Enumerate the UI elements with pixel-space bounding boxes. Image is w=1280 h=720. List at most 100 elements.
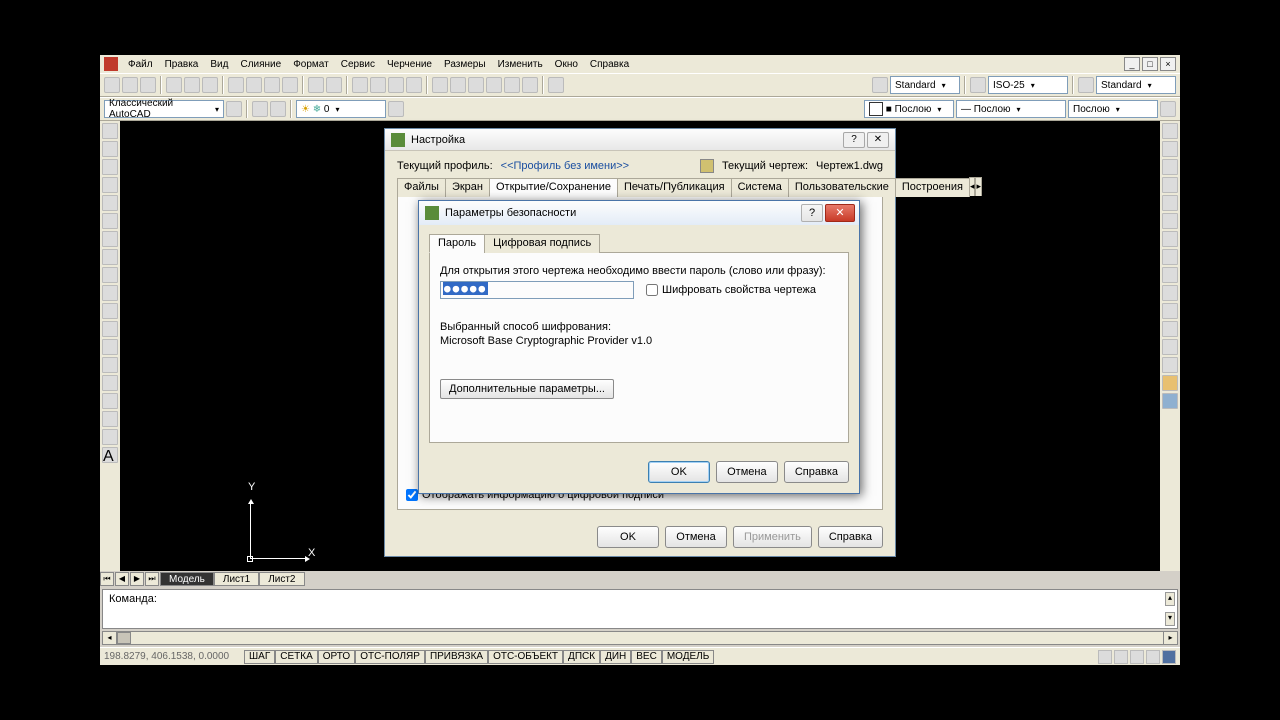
tab-plot[interactable]: Печать/Публикация <box>617 178 732 197</box>
scale-icon[interactable] <box>1162 249 1178 265</box>
hscrollbar[interactable]: ◂ ▸ <box>102 631 1178 645</box>
stretch-icon[interactable] <box>1162 267 1178 283</box>
tab-signature[interactable]: Цифровая подпись <box>484 234 600 253</box>
arc-icon[interactable] <box>102 213 118 229</box>
status-otrack[interactable]: ОТС-ОБЪЕКТ <box>488 650 563 664</box>
tab-opensave[interactable]: Открытие/Сохранение <box>489 178 618 197</box>
break-icon[interactable] <box>1162 321 1178 337</box>
extend-icon[interactable] <box>1162 303 1178 319</box>
zoom-win-icon[interactable] <box>388 77 404 93</box>
tab-next-button[interactable]: ▶ <box>130 572 144 586</box>
publish-icon[interactable] <box>202 77 218 93</box>
status-ortho[interactable]: ОРТО <box>318 650 355 664</box>
options-cancel-button[interactable]: Отмена <box>665 526 727 548</box>
tab-prev-button[interactable]: ◀ <box>115 572 129 586</box>
advanced-button[interactable]: Дополнительные параметры... <box>440 379 614 399</box>
dimstyle-icon[interactable] <box>970 77 986 93</box>
menu-edit[interactable]: Правка <box>159 59 205 70</box>
tab-display[interactable]: Экран <box>445 178 490 197</box>
command-line[interactable]: Команда: ▴ ▾ <box>102 589 1178 629</box>
mirror-icon[interactable] <box>1162 159 1178 175</box>
tab-model[interactable]: Модель <box>160 572 214 586</box>
ellarc-icon[interactable] <box>102 303 118 319</box>
status-polar[interactable]: ОТС-ПОЛЯР <box>355 650 425 664</box>
point-icon[interactable] <box>102 357 118 373</box>
tab-files[interactable]: Файлы <box>397 178 446 197</box>
open-icon[interactable] <box>122 77 138 93</box>
xline-icon[interactable] <box>102 141 118 157</box>
polygon-icon[interactable] <box>102 177 118 193</box>
offset-icon[interactable] <box>1162 177 1178 193</box>
layer-props-icon[interactable] <box>252 101 268 117</box>
status-ducs[interactable]: ДПСК <box>563 650 600 664</box>
calc-icon[interactable] <box>522 77 538 93</box>
match-icon[interactable] <box>282 77 298 93</box>
menu-window[interactable]: Окно <box>549 59 584 70</box>
menu-draw[interactable]: Черчение <box>381 59 438 70</box>
line-icon[interactable] <box>102 123 118 139</box>
array-icon[interactable] <box>1162 195 1178 211</box>
layer-dropdown[interactable]: ☀ ❄ 0▾ <box>296 100 386 118</box>
security-help-button[interactable]: ? <box>801 204 823 222</box>
tray-icon-1[interactable] <box>1098 650 1112 664</box>
status-dyn[interactable]: ДИН <box>600 650 631 664</box>
tab-last-button[interactable]: ⏭ <box>145 572 159 586</box>
menu-modify[interactable]: Изменить <box>492 59 549 70</box>
color-dropdown[interactable]: ■ Послою▾ <box>864 100 954 118</box>
cmd-scroll-down[interactable]: ▾ <box>1165 612 1175 626</box>
tablestyle-dropdown[interactable]: Standard▾ <box>1096 76 1176 94</box>
mtext-icon[interactable]: A <box>102 447 118 463</box>
security-close-button[interactable]: ✕ <box>825 204 855 222</box>
paste-icon[interactable] <box>264 77 280 93</box>
status-snap[interactable]: ШАГ <box>244 650 275 664</box>
hscroll-left[interactable]: ◂ <box>103 632 117 644</box>
block-icon[interactable] <box>102 339 118 355</box>
options-apply-button[interactable]: Применить <box>733 526 812 548</box>
rect-icon[interactable] <box>102 195 118 211</box>
move-icon[interactable] <box>1162 213 1178 229</box>
lineweight-dropdown[interactable]: Послою▾ <box>1068 100 1158 118</box>
ws-settings-icon[interactable] <box>226 101 242 117</box>
workspace-dropdown[interactable]: Классический AutoCAD▾ <box>104 100 224 118</box>
menu-service[interactable]: Сервис <box>335 59 381 70</box>
cut-icon[interactable] <box>228 77 244 93</box>
layer-prev-icon[interactable] <box>270 101 286 117</box>
security-ok-button[interactable]: OK <box>648 461 710 483</box>
save-icon[interactable] <box>140 77 156 93</box>
tray-icon-4[interactable] <box>1146 650 1160 664</box>
tab-draft[interactable]: Построения <box>895 178 970 197</box>
pline-icon[interactable] <box>102 159 118 175</box>
menu-dim[interactable]: Размеры <box>438 59 492 70</box>
dimstyle-dropdown[interactable]: ISO-25▾ <box>988 76 1068 94</box>
options-ok-button[interactable]: OK <box>597 526 659 548</box>
tab-sheet2[interactable]: Лист2 <box>259 572 304 586</box>
new-icon[interactable] <box>104 77 120 93</box>
preview-icon[interactable] <box>184 77 200 93</box>
options-titlebar[interactable]: Настройка ? ✕ <box>385 129 895 151</box>
options-help-button[interactable]: ? <box>843 132 865 148</box>
show-sig-info-checkbox[interactable] <box>406 489 418 501</box>
menu-merge[interactable]: Слияние <box>234 59 287 70</box>
status-osnap[interactable]: ПРИВЯЗКА <box>425 650 488 664</box>
textstyle-icon[interactable] <box>872 77 888 93</box>
tp-icon[interactable] <box>468 77 484 93</box>
textstyle-dropdown[interactable]: Standard▾ <box>890 76 960 94</box>
password-input[interactable]: ●●●●● <box>440 281 634 299</box>
rotate-icon[interactable] <box>1162 231 1178 247</box>
tab-first-button[interactable]: ⏮ <box>100 572 114 586</box>
ellipse-icon[interactable] <box>102 285 118 301</box>
menu-file[interactable]: Файл <box>122 59 159 70</box>
options-close-button[interactable]: ✕ <box>867 132 889 148</box>
copy-icon[interactable] <box>246 77 262 93</box>
chamfer-icon[interactable] <box>1162 357 1178 373</box>
trim-icon[interactable] <box>1162 285 1178 301</box>
props-icon[interactable] <box>432 77 448 93</box>
maximize-button[interactable]: □ <box>1142 57 1158 71</box>
menu-format[interactable]: Формат <box>287 59 335 70</box>
status-grid[interactable]: СЕТКА <box>275 650 318 664</box>
revcloud-icon[interactable] <box>102 249 118 265</box>
circle-icon[interactable] <box>102 231 118 247</box>
tab-system[interactable]: Система <box>731 178 789 197</box>
tabs-scroll-right[interactable]: ▸ <box>975 177 982 196</box>
undo-icon[interactable] <box>308 77 324 93</box>
